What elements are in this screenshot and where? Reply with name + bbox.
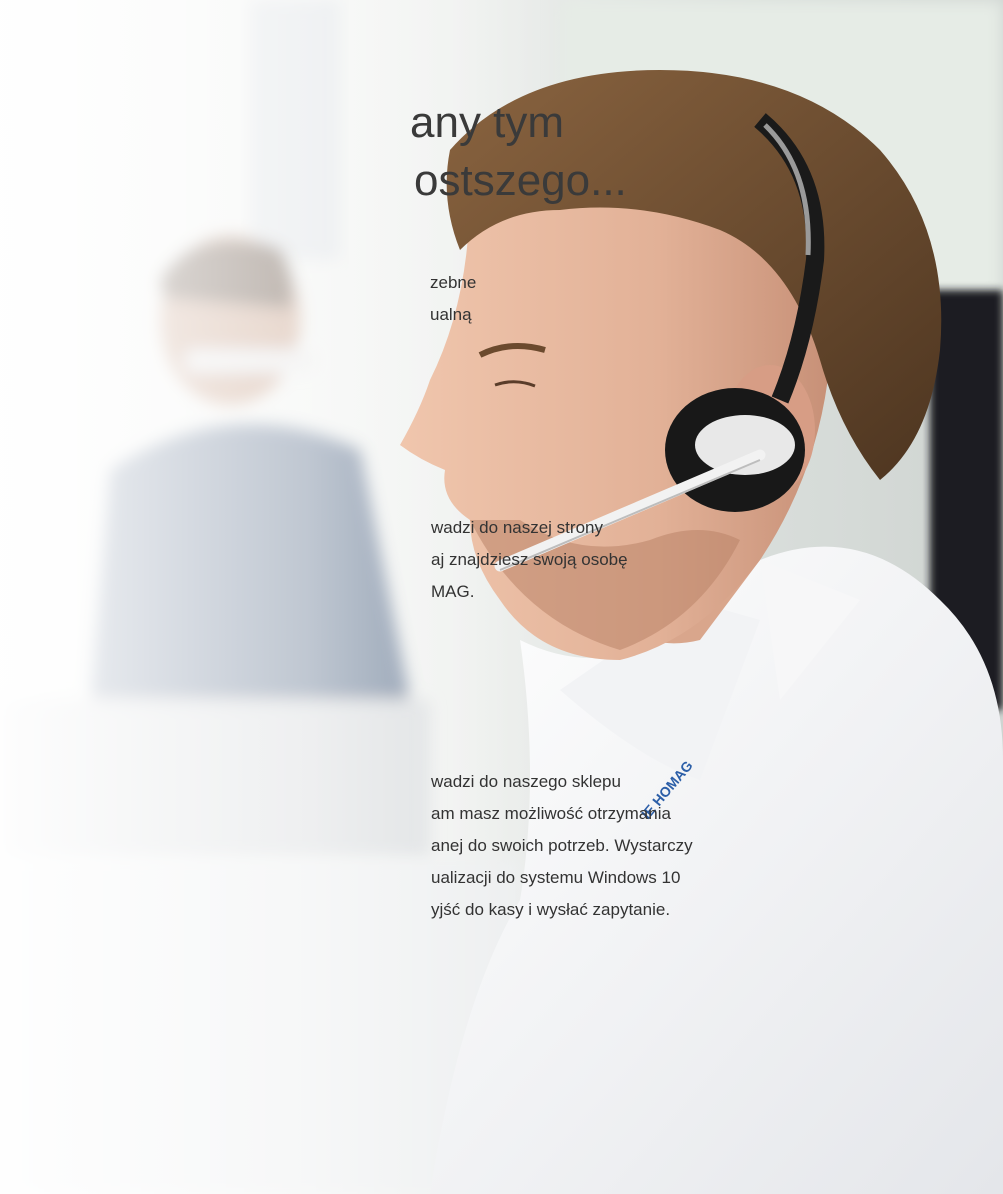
paragraph-3-line: ualizacji do systemu Windows 10	[431, 868, 681, 887]
heading-line-2: ostszego...	[414, 156, 627, 205]
paragraph-3-line: anej do swoich potrzeb. Wystarczy	[431, 836, 693, 855]
paragraph-2-line: MAG.	[431, 582, 475, 601]
paragraph-1-line: zebne	[430, 273, 477, 292]
paragraph-2-line: aj znajdziesz swoją osobę	[431, 550, 628, 569]
heading-line-1: any tym	[410, 98, 565, 147]
paragraph-1-line: ualną	[430, 305, 472, 324]
paragraph-3-line: wadzi do naszego sklepu	[431, 772, 621, 791]
paragraph-3-line: yjść do kasy i wysłać zapytanie.	[431, 900, 671, 919]
paragraph-2-line: wadzi do naszej strony	[431, 518, 603, 537]
paragraph-3-line: am masz możliwość otrzymania	[431, 804, 671, 823]
